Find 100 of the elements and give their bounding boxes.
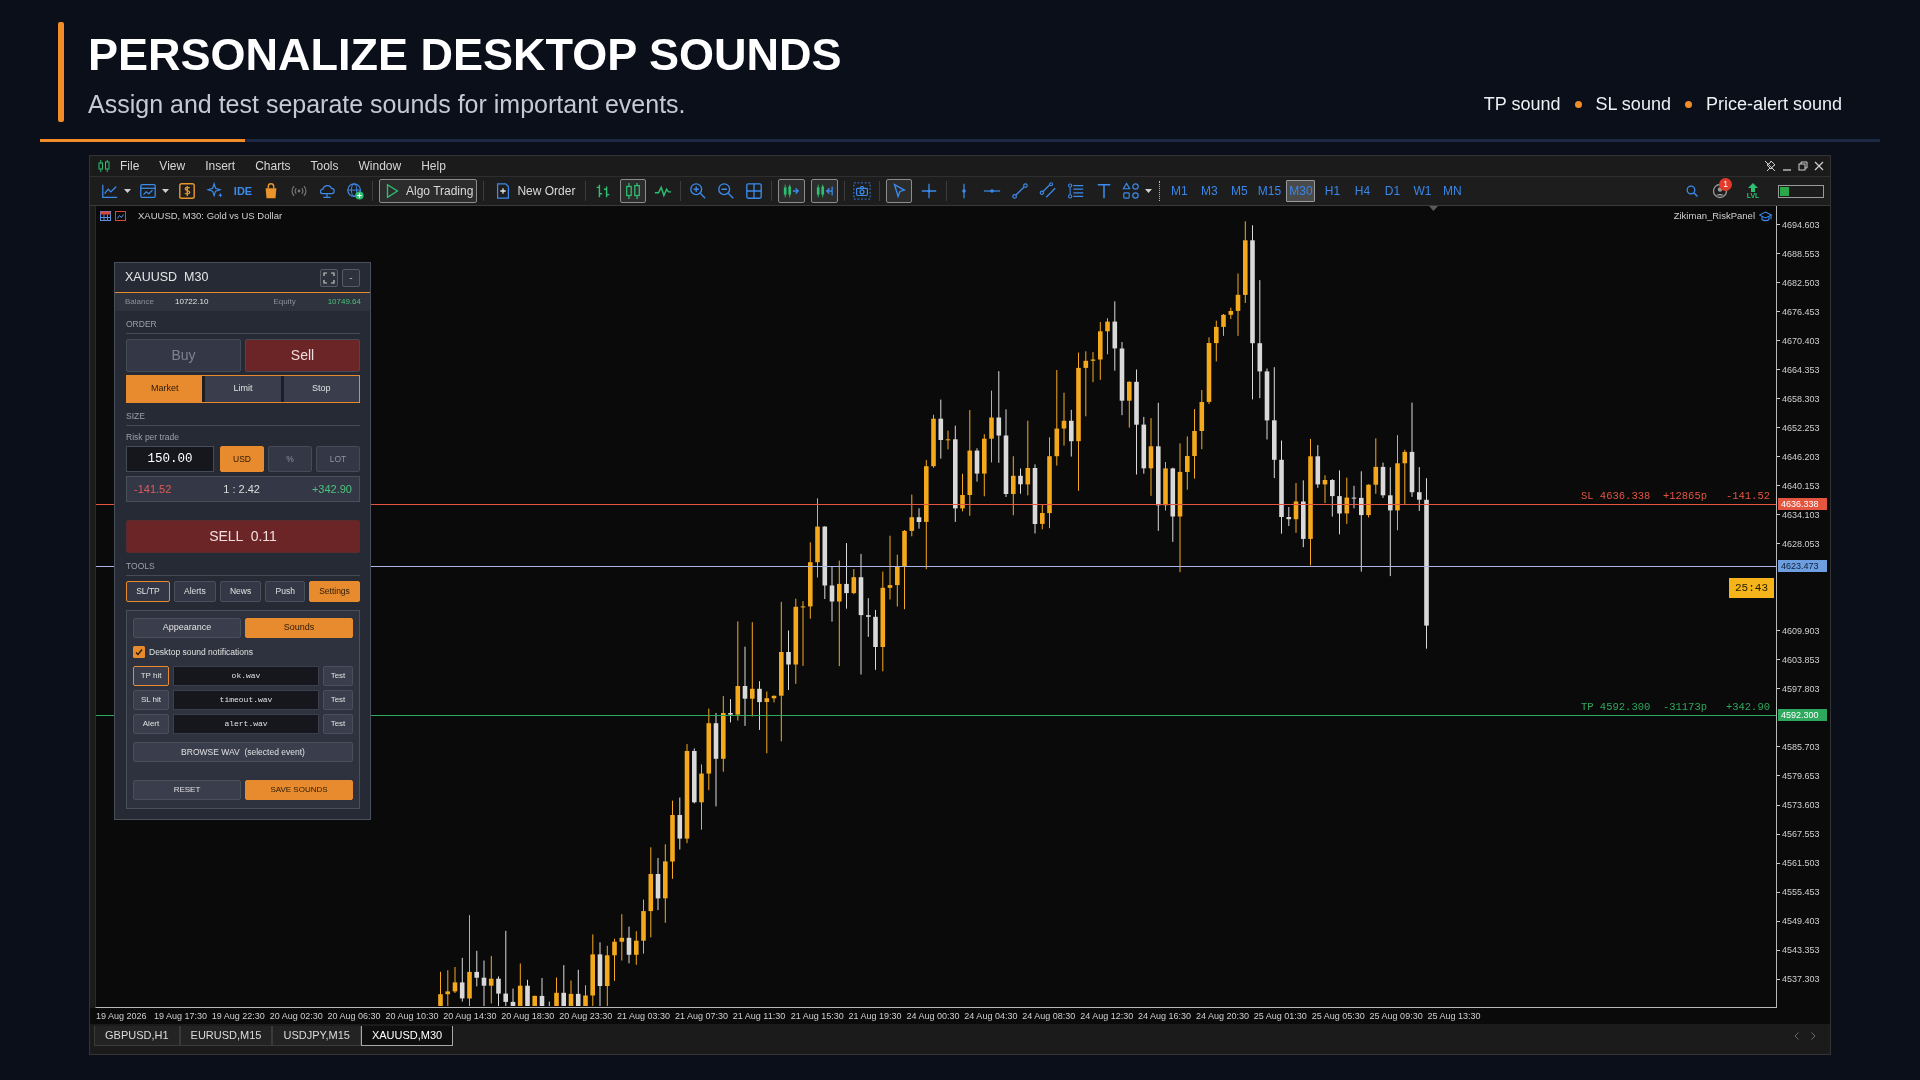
event-button[interactable]: SL hit <box>133 690 169 710</box>
time-label: 25 Aug 13:30 <box>1427 1010 1482 1023</box>
close-icon[interactable] <box>1814 161 1824 171</box>
pin-icon[interactable] <box>1764 160 1776 172</box>
crosshair-icon[interactable] <box>920 182 939 200</box>
menu-item[interactable]: Window <box>348 156 412 176</box>
chart-tab[interactable]: XAUUSD,M30 <box>360 1026 454 1046</box>
test-button[interactable]: Test <box>323 666 353 686</box>
candles-arrow-right-button[interactable] <box>778 179 806 203</box>
timeframe-button[interactable]: M1 <box>1166 180 1193 202</box>
event-button[interactable]: Alert <box>133 714 169 734</box>
menu-item[interactable]: Charts <box>245 156 301 176</box>
candlestick-icon <box>624 182 643 200</box>
menu-item[interactable]: File <box>110 156 150 176</box>
dollar-icon[interactable] <box>178 182 196 200</box>
tool-tab[interactable]: Alerts <box>173 581 216 602</box>
camera-icon[interactable] <box>853 182 872 200</box>
restore-icon[interactable] <box>1798 161 1808 171</box>
ratio-value: 1 : 2.42 <box>223 481 260 497</box>
time-label: 24 Aug 12:30 <box>1080 1010 1135 1023</box>
trendline-icon[interactable] <box>1011 182 1030 200</box>
reset-button[interactable]: RESET <box>133 780 241 801</box>
channel-icon[interactable] <box>1039 182 1058 200</box>
panel-symbol: XAUUSD <box>125 269 178 287</box>
algo-trading-button[interactable]: Algo Trading <box>379 179 478 203</box>
user-icon[interactable] <box>1712 183 1728 199</box>
dot-icon <box>1684 101 1692 108</box>
timeframe-button[interactable]: D1 <box>1379 180 1406 202</box>
cursor-button[interactable] <box>886 179 913 203</box>
panel-timeframe: M30 <box>184 269 209 287</box>
tool-tab[interactable]: Settings <box>309 581 360 602</box>
category-tab[interactable]: Appearance <box>133 618 241 638</box>
line-chart-icon[interactable] <box>101 182 119 200</box>
test-button[interactable]: Test <box>323 690 353 710</box>
save-button[interactable]: SAVE SOUNDS <box>245 780 353 801</box>
timeframe-button[interactable]: M5 <box>1226 180 1253 202</box>
timeframe-button[interactable]: M15 <box>1256 180 1283 202</box>
risk-input[interactable]: 150.00 <box>126 446 214 472</box>
chevron-left-icon[interactable] <box>1794 1032 1799 1040</box>
unit-button[interactable]: % <box>268 446 312 472</box>
tool-tab[interactable]: News <box>219 581 262 602</box>
cloud-icon[interactable] <box>318 182 336 200</box>
shapes-icon[interactable] <box>1122 182 1141 200</box>
menu-item[interactable]: Help <box>411 156 456 176</box>
grid-icon[interactable] <box>745 182 764 200</box>
test-button[interactable]: Test <box>323 714 353 734</box>
chevron-right-icon[interactable] <box>1811 1032 1816 1040</box>
tool-tab[interactable]: SL/TP <box>126 581 170 602</box>
tool-tab[interactable]: Push <box>265 581 305 602</box>
loss-value: -141.52 <box>134 481 172 497</box>
globe-plus-icon[interactable] <box>346 182 364 200</box>
chart-tab[interactable]: EURUSD,M15 <box>179 1026 273 1046</box>
menu-item[interactable]: View <box>149 156 196 176</box>
menu-item[interactable]: Insert <box>195 156 246 176</box>
candles-arrow-left-button[interactable] <box>811 179 839 203</box>
order-type-tab[interactable]: Limit <box>205 376 281 402</box>
candles-arrow-left-icon <box>815 182 835 200</box>
time-label: 20 Aug 06:30 <box>327 1010 382 1023</box>
timeframe-button[interactable]: H4 <box>1349 180 1376 202</box>
browse-button[interactable]: BROWSE WAV (selected event) <box>133 742 353 763</box>
sell-button[interactable]: Sell <box>245 339 360 372</box>
timeframe-button[interactable]: M3 <box>1196 180 1223 202</box>
price-label: 4567.553 <box>1777 828 1820 840</box>
category-tab[interactable]: Sounds <box>245 618 353 638</box>
caret-icon <box>162 189 169 193</box>
time-label: 20 Aug 23:30 <box>559 1010 614 1023</box>
chart-tab[interactable]: GBPUSD,H1 <box>94 1026 180 1046</box>
file-field[interactable]: timeout.wav <box>173 690 319 710</box>
sparkle-icon[interactable] <box>206 182 224 200</box>
timeframe-button[interactable]: MN <box>1439 180 1466 202</box>
chart-tab[interactable]: USDJPY,M15 <box>272 1026 361 1046</box>
time-label: 20 Aug 18:30 <box>501 1010 556 1023</box>
zoom-out-icon[interactable] <box>717 182 736 200</box>
submit-order-button[interactable]: SELL 0.11 <box>126 520 360 553</box>
chart-window-icon[interactable] <box>139 182 157 200</box>
unit-button[interactable]: USD <box>220 446 264 472</box>
checkbox[interactable] <box>133 646 145 658</box>
collapse-button[interactable]: - <box>342 268 360 287</box>
file-field[interactable]: ok.wav <box>173 666 319 686</box>
time-label: 25 Aug 05:30 <box>1311 1010 1366 1023</box>
fullscreen-button[interactable] <box>320 268 338 287</box>
order-type-tab[interactable]: Market <box>127 376 203 402</box>
event-button[interactable]: TP hit <box>133 666 169 686</box>
menu-item[interactable]: Tools <box>300 156 349 176</box>
search-icon[interactable] <box>1686 185 1698 197</box>
zoom-in-icon[interactable] <box>689 182 708 200</box>
timeframe-button[interactable]: W1 <box>1409 180 1436 202</box>
time-label: 21 Aug 07:30 <box>674 1010 729 1023</box>
file-field[interactable]: alert.wav <box>173 714 319 734</box>
caret-icon <box>124 189 131 193</box>
ide-button[interactable]: IDE <box>232 179 254 203</box>
unit-button[interactable]: LOT <box>316 446 360 472</box>
time-label: 19 Aug 22:30 <box>211 1010 266 1023</box>
page-subtitle: Assign and test separate sounds for important events. <box>88 88 687 119</box>
timeframe-button[interactable]: H1 <box>1319 180 1346 202</box>
new-order-button[interactable]: New Order <box>490 179 580 203</box>
countdown-label: 25:43 <box>1729 578 1774 598</box>
horizontal-levels-icon[interactable] <box>1067 182 1086 200</box>
order-type-tab[interactable]: Stop <box>283 376 359 402</box>
candlestick-button[interactable] <box>620 179 647 203</box>
